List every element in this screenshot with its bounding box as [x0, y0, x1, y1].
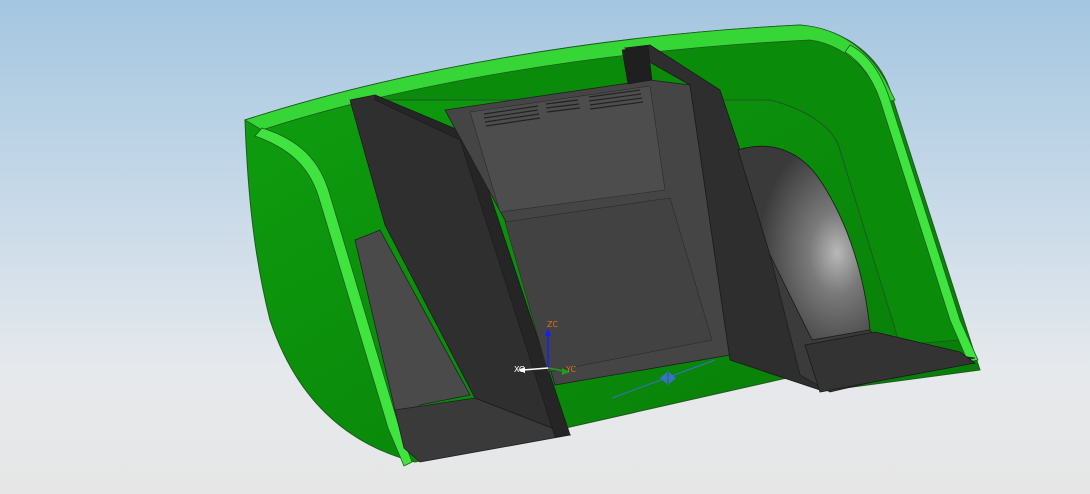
graphics-viewport[interactable]: ZC YC XC: [0, 0, 1090, 494]
z-axis-label: ZC: [547, 320, 558, 329]
x-axis-label: XC: [514, 365, 525, 374]
model-scene[interactable]: ZC YC XC: [0, 0, 1090, 494]
y-axis-label: YC: [565, 365, 576, 374]
